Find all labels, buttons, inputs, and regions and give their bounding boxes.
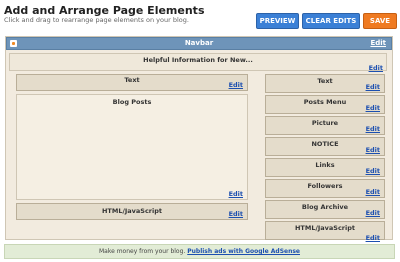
clear-edits-button[interactable]: CLEAR EDITS [302, 13, 360, 29]
header-gadget-edit-link[interactable]: Edit [369, 64, 383, 72]
sidebar-gadget[interactable]: HTML/JavaScript Edit [265, 221, 385, 242]
sidebar-gadget-edit-link[interactable]: Edit [366, 83, 380, 91]
sidebar-gadget-edit-link[interactable]: Edit [366, 125, 380, 133]
main-html-gadget-edit-link[interactable]: Edit [229, 210, 243, 218]
navbar-gadget[interactable]: Navbar Edit [6, 37, 392, 50]
sidebar-gadget-edit-link[interactable]: Edit [366, 167, 380, 175]
header-gadget[interactable]: Helpful Information for New... Edit [10, 54, 386, 72]
preview-button[interactable]: PREVIEW [256, 13, 299, 29]
main-text-gadget-edit-link[interactable]: Edit [229, 81, 243, 89]
blog-posts-label: Blog Posts [112, 98, 152, 106]
sidebar-gadget[interactable]: Blog Archive Edit [265, 200, 385, 219]
sidebar-gadget-edit-link[interactable]: Edit [366, 188, 380, 196]
main-text-gadget-label: Text [124, 76, 140, 84]
save-button[interactable]: SAVE [363, 13, 397, 29]
navbar-edit-link[interactable]: Edit [370, 39, 386, 47]
main-html-gadget-label: HTML/JavaScript [101, 207, 162, 215]
sidebar-gadget[interactable]: Links Edit [265, 158, 385, 177]
adsense-link[interactable]: Publish ads with Google AdSense [187, 248, 300, 255]
sidebar-gadget-label: HTML/JavaScript [294, 224, 355, 232]
main-text-gadget[interactable]: Text Edit [16, 74, 248, 91]
sidebar-gadget-edit-link[interactable]: Edit [366, 146, 380, 154]
sidebar-gadget[interactable]: Posts Menu Edit [265, 95, 385, 114]
sidebar-gadget-edit-link[interactable]: Edit [366, 209, 380, 217]
page-subtitle: Click and drag to rearrange page element… [4, 16, 189, 24]
header-area: Helpful Information for New... Edit [9, 53, 387, 72]
sidebar-gadget[interactable]: Followers Edit [265, 179, 385, 198]
sidebar-gadget[interactable]: Text Edit [265, 74, 385, 93]
blog-posts-edit-link[interactable]: Edit [229, 190, 243, 198]
sidebar-gadget[interactable]: Picture Edit [265, 116, 385, 135]
adsense-text: Make money from your blog. [99, 248, 186, 255]
adsense-bar: Make money from your blog. Publish ads w… [4, 244, 395, 259]
blog-posts-gadget[interactable]: Blog Posts Edit [16, 94, 248, 200]
main-html-gadget[interactable]: HTML/JavaScript Edit [16, 203, 248, 220]
sidebar-gadget-edit-link[interactable]: Edit [366, 234, 380, 242]
sidebar-gadget[interactable]: NOTICE Edit [265, 137, 385, 156]
sidebar-gadget-edit-link[interactable]: Edit [366, 104, 380, 112]
header-gadget-label: Helpful Information for New... [143, 56, 253, 64]
navbar-label: Navbar [184, 39, 214, 47]
